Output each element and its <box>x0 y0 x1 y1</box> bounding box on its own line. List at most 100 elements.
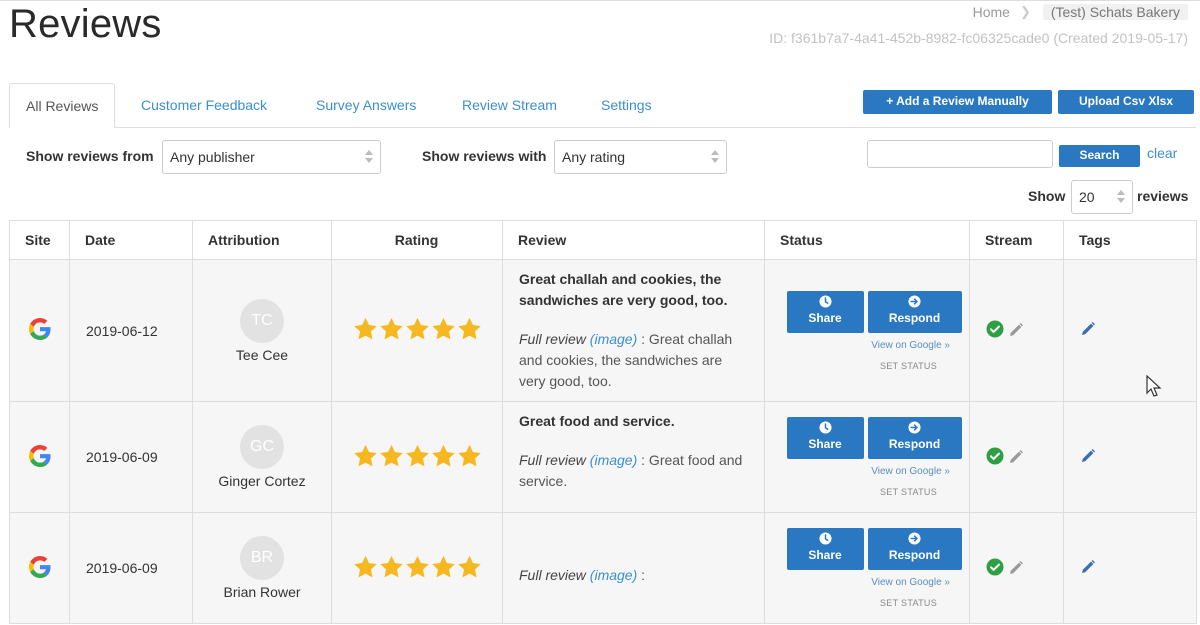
rating-select-value: Any rating <box>562 149 626 165</box>
clock-icon <box>818 294 832 308</box>
clear-link[interactable]: clear <box>1147 145 1177 161</box>
table-row: 2019-06-09 GC Ginger Cortez Great food and … <box>9 401 1197 513</box>
star-rating-icon <box>353 317 482 341</box>
share-button-label: Share <box>808 437 842 451</box>
edit-stream-icon[interactable] <box>1008 560 1024 576</box>
check-circle-icon[interactable] <box>986 558 1004 576</box>
page-size-select[interactable]: 20 <box>1071 180 1133 214</box>
tab-review-stream[interactable]: Review Stream <box>462 83 557 128</box>
date-cell: 2019-06-09 <box>69 401 193 513</box>
publisher-filter-label: Show reviews from <box>26 148 154 164</box>
respond-button[interactable]: Respond <box>867 290 962 333</box>
full-review-label: Full review <box>519 567 586 583</box>
stream-cell <box>969 512 1064 624</box>
full-review-label: Full review <box>519 331 586 347</box>
breadcrumb: Home ❯ (Test) Schats Bakery <box>973 4 1188 20</box>
site-cell <box>9 259 70 402</box>
stream-cell <box>969 401 1064 513</box>
review-full: Full review (image) : Great food and ser… <box>519 450 748 492</box>
reviewer-name: Brian Rower <box>223 584 301 600</box>
upload-csv-button[interactable]: Upload Csv Xlsx <box>1058 90 1194 114</box>
rating-filter-label: Show reviews with <box>422 148 547 164</box>
rating-select[interactable]: Any rating <box>554 140 727 174</box>
select-arrows-icon <box>1117 190 1125 203</box>
tab-survey-answers[interactable]: Survey Answers <box>316 83 416 128</box>
share-button-label: Share <box>808 548 842 562</box>
clock-icon <box>818 421 832 434</box>
respond-button[interactable]: Respond <box>867 528 962 570</box>
tags-cell <box>1063 512 1197 624</box>
col-header-status: Status <box>764 220 970 260</box>
respond-button-label: Respond <box>888 437 941 451</box>
status-cell: Share Respond View on Google » SET STATUS <box>764 512 970 624</box>
respond-button[interactable]: Respond <box>867 417 962 459</box>
avatar: TC <box>240 298 284 343</box>
search-input[interactable] <box>867 140 1053 168</box>
search-button[interactable]: Search <box>1059 145 1140 167</box>
reviewer-name: Ginger Cortez <box>218 473 306 489</box>
col-header-date: Date <box>69 220 193 260</box>
image-link[interactable]: (image) <box>590 452 637 468</box>
view-on-google-link[interactable]: View on Google » <box>766 466 950 477</box>
status-cell: Share Respond View on Google » SET STATUS <box>764 401 970 513</box>
view-on-google-link[interactable]: View on Google » <box>766 577 950 588</box>
check-circle-icon[interactable] <box>986 320 1004 338</box>
col-header-stream: Stream <box>969 220 1064 260</box>
rating-cell <box>331 512 503 624</box>
breadcrumb-home[interactable]: Home <box>973 4 1010 20</box>
avatar: BR <box>240 536 284 580</box>
image-link[interactable]: (image) <box>590 331 637 347</box>
share-button[interactable]: Share <box>786 417 864 459</box>
image-link[interactable]: (image) <box>590 567 637 583</box>
arrow-circle-right-icon <box>908 421 921 434</box>
table-row: 2019-06-09 BR Brian Rower Full review (imag… <box>9 512 1197 624</box>
show-suffix: reviews <box>1137 188 1189 204</box>
tags-cell <box>1063 401 1197 513</box>
tab-customer-feedback[interactable]: Customer Feedback <box>141 83 267 128</box>
set-status-link[interactable]: SET STATUS <box>766 487 937 497</box>
site-cell <box>9 401 70 513</box>
avatar: GC <box>240 425 284 469</box>
status-cell: Share Respond View on Google » SET STATUS <box>764 259 970 402</box>
reviews-table: Site Date Attribution Rating Review Stat… <box>9 220 1197 624</box>
site-cell <box>9 512 70 624</box>
table-header-row: Site Date Attribution Rating Review Stat… <box>9 220 1197 260</box>
add-review-button[interactable]: + Add a Review Manually <box>863 90 1052 114</box>
attribution-cell: GC Ginger Cortez <box>192 401 332 513</box>
location-id: ID: f361b7a7-4a41-452b-8982-fc06325cade0… <box>769 30 1188 46</box>
col-header-tags: Tags <box>1063 220 1197 260</box>
publisher-select[interactable]: Any publisher <box>162 140 381 174</box>
tab-all-reviews[interactable]: All Reviews <box>9 83 116 128</box>
review-headline: Great food and service. <box>519 413 675 429</box>
google-icon <box>28 555 51 581</box>
date-cell: 2019-06-09 <box>69 512 193 624</box>
table-row: 2019-06-12 TC Tee Cee Great challah and coo… <box>9 259 1197 402</box>
date-cell: 2019-06-12 <box>69 259 193 402</box>
edit-stream-icon[interactable] <box>1008 322 1024 338</box>
page-title: Reviews <box>9 2 162 46</box>
check-circle-icon[interactable] <box>986 447 1004 465</box>
select-arrows-icon <box>365 150 373 163</box>
review-full: Full review (image) : Great challah and … <box>519 329 748 392</box>
breadcrumb-current: (Test) Schats Bakery <box>1042 4 1188 20</box>
set-status-link[interactable]: SET STATUS <box>766 361 937 371</box>
edit-tags-icon[interactable] <box>1080 448 1096 464</box>
respond-button-label: Respond <box>888 548 941 562</box>
edit-stream-icon[interactable] <box>1008 449 1024 465</box>
review-headline: Great challah and cookies, the sandwiche… <box>519 271 728 308</box>
set-status-link[interactable]: SET STATUS <box>766 598 937 608</box>
tags-cell <box>1063 259 1197 402</box>
share-button[interactable]: Share <box>786 290 864 333</box>
col-header-site: Site <box>9 220 70 260</box>
edit-tags-icon[interactable] <box>1080 321 1096 337</box>
tab-settings[interactable]: Settings <box>601 83 652 128</box>
view-on-google-link[interactable]: View on Google » <box>766 340 950 351</box>
attribution-cell: BR Brian Rower <box>192 512 332 624</box>
reviewer-name: Tee Cee <box>235 346 289 363</box>
edit-tags-icon[interactable] <box>1080 559 1096 575</box>
arrow-circle-right-icon <box>908 294 921 308</box>
show-label: Show <box>1028 188 1066 204</box>
arrow-circle-right-icon <box>908 532 921 545</box>
rating-cell <box>331 259 503 402</box>
share-button[interactable]: Share <box>786 528 864 570</box>
